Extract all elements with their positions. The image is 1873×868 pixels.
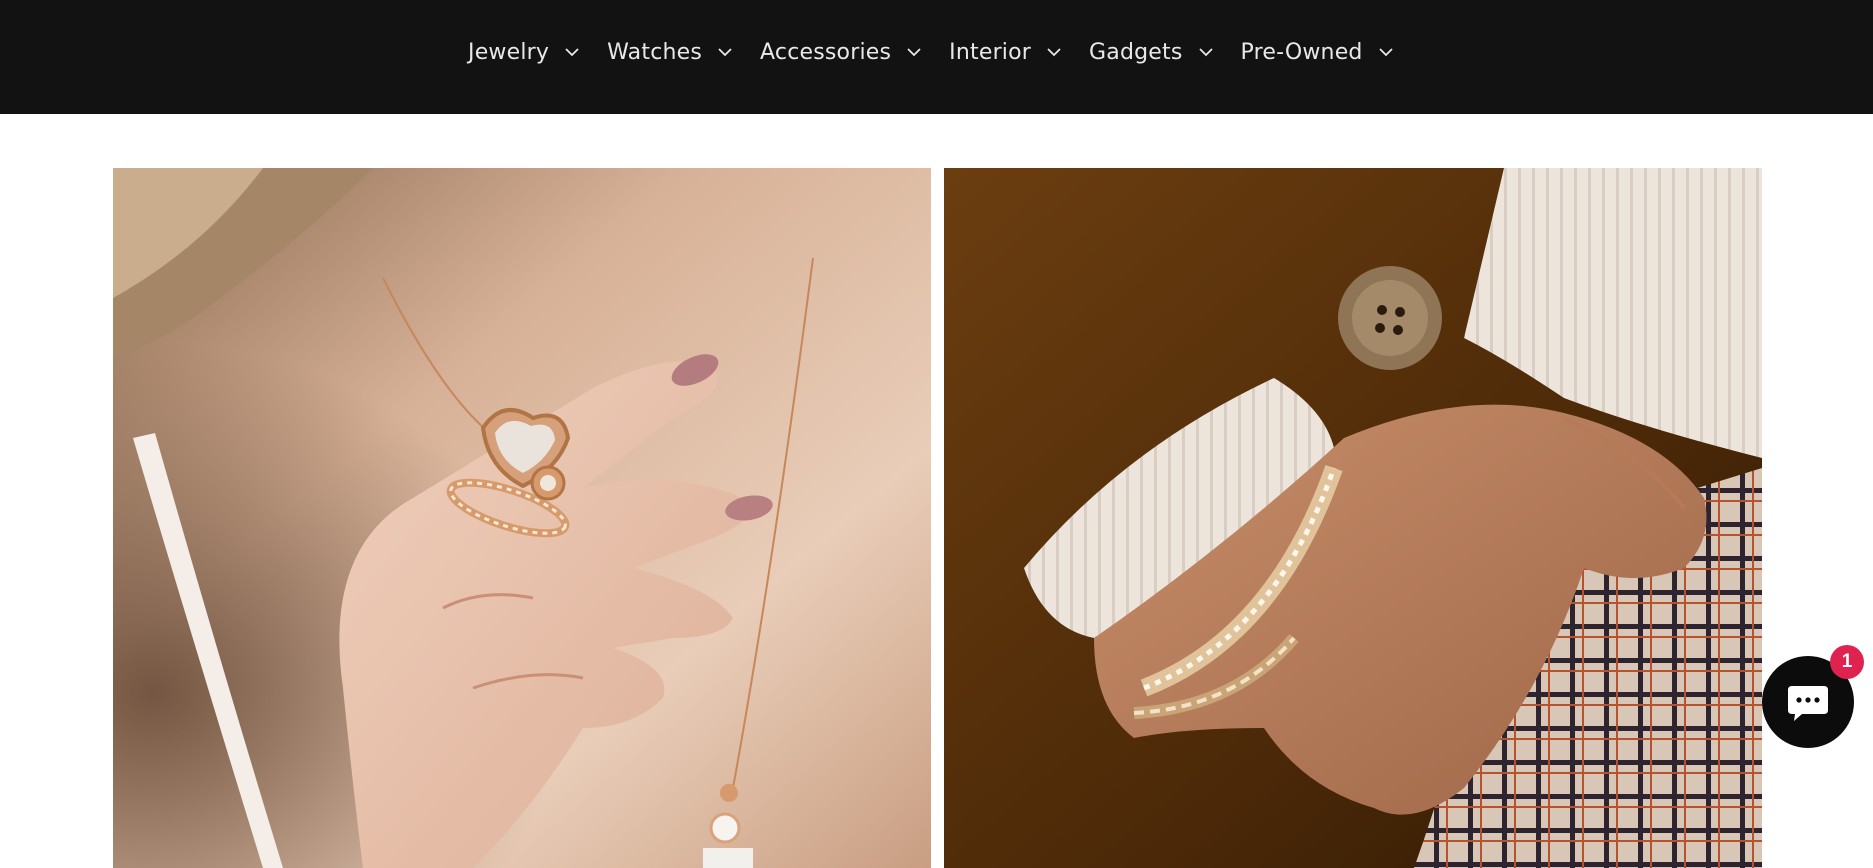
chevron-down-icon (1377, 46, 1395, 58)
nav-item-pre-owned[interactable]: Pre-Owned (1241, 32, 1395, 72)
chevron-down-icon (1197, 46, 1215, 58)
top-navigation-bar: Jewelry Watches Accessories Interior Gad… (0, 0, 1873, 114)
nav-item-watches[interactable]: Watches (607, 32, 734, 72)
nav-item-gadgets[interactable]: Gadgets (1089, 32, 1214, 72)
rings-necklace-photo (113, 168, 931, 868)
nav-item-label: Jewelry (468, 39, 550, 65)
nav-item-label: Watches (607, 39, 703, 65)
nav-item-label: Accessories (760, 39, 892, 65)
bracelet-photo (944, 168, 1762, 868)
chevron-down-icon (563, 46, 581, 58)
promo-tile-bracelet[interactable] (944, 168, 1762, 868)
nav-item-jewelry[interactable]: Jewelry (468, 32, 581, 72)
chevron-down-icon (716, 46, 734, 58)
nav-item-label: Gadgets (1089, 39, 1183, 65)
chevron-down-icon (1045, 46, 1063, 58)
chat-bubble-icon (1788, 686, 1828, 721)
chevron-down-icon (905, 46, 923, 58)
promo-tile-rings[interactable] (113, 168, 931, 868)
main-menu: Jewelry Watches Accessories Interior Gad… (468, 32, 1395, 72)
chat-notification-badge: 1 (1830, 645, 1864, 679)
nav-item-interior[interactable]: Interior (949, 32, 1063, 72)
nav-item-accessories[interactable]: Accessories (760, 32, 923, 72)
nav-item-label: Pre-Owned (1240, 39, 1363, 65)
nav-item-label: Interior (949, 39, 1032, 65)
